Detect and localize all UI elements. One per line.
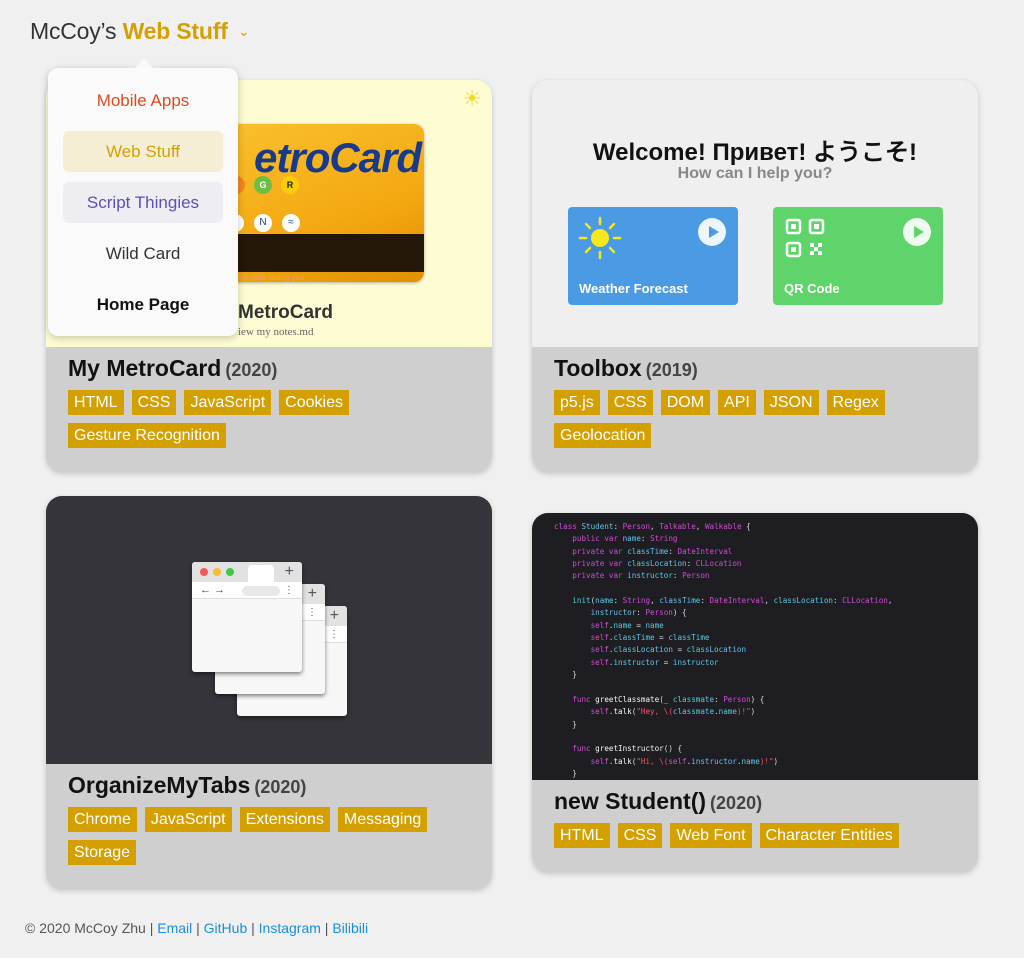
tag: Geolocation bbox=[554, 423, 652, 448]
tag: Gesture Recognition bbox=[68, 423, 226, 448]
nj-transit-icon: N bbox=[254, 214, 272, 232]
sun-icon bbox=[578, 216, 622, 260]
tile-label: QR Code bbox=[784, 281, 840, 296]
metrocard-subcaption: iew my notes.md bbox=[238, 326, 314, 338]
weather-forecast-tile: Weather Forecast bbox=[568, 207, 738, 305]
project-year: (2020) bbox=[254, 777, 307, 797]
tag: DOM bbox=[660, 390, 711, 415]
tag: JSON bbox=[763, 390, 819, 415]
menu-item-wild-card[interactable]: Wild Card bbox=[63, 233, 223, 274]
project-info: My MetroCard (2020) HTML CSS JavaScript C… bbox=[46, 347, 492, 472]
section-dropdown-menu: Mobile Apps Web Stuff Script Thingies Wi… bbox=[48, 59, 238, 336]
tag: Messaging bbox=[337, 807, 428, 832]
project-year: (2019) bbox=[645, 360, 698, 380]
line-r-icon: R bbox=[281, 176, 299, 194]
tag-list: HTML CSS Web Font Character Entities bbox=[554, 823, 956, 856]
project-year: (2020) bbox=[225, 360, 278, 380]
code-preview: class Student: Person, Talkable, Walkabl… bbox=[532, 513, 978, 780]
tag-list: HTML CSS JavaScript Cookies Gesture Reco… bbox=[68, 390, 470, 456]
tag: JavaScript bbox=[144, 807, 232, 832]
menu-item-mobile-apps[interactable]: Mobile Apps bbox=[63, 80, 223, 121]
email-link[interactable]: Email bbox=[157, 920, 192, 936]
site-owner: McCoy’s bbox=[30, 18, 117, 44]
qr-code-tile: QR Code bbox=[773, 207, 943, 305]
tag: Regex bbox=[826, 390, 885, 415]
ferry-icon: ≈ bbox=[282, 214, 300, 232]
project-card-toolbox[interactable]: Welcome! Привет! ようこそ! How can I help yo… bbox=[532, 80, 978, 472]
tag: HTML bbox=[68, 390, 124, 415]
current-section[interactable]: Web Stuff bbox=[123, 18, 228, 44]
tag: CSS bbox=[617, 823, 663, 848]
toolbox-subheading: How can I help you? bbox=[677, 165, 833, 182]
project-info: Toolbox (2019) p5.js CSS DOM API JSON Reg… bbox=[532, 347, 978, 472]
toolbox-heading: Welcome! Привет! ようこそ! bbox=[592, 139, 918, 166]
menu-item-home-page[interactable]: Home Page bbox=[63, 284, 223, 325]
project-title[interactable]: Toolbox bbox=[554, 355, 642, 381]
tag: CSS bbox=[607, 390, 653, 415]
tag: JavaScript bbox=[184, 390, 272, 415]
project-year: (2020) bbox=[710, 793, 763, 813]
tag: Web Font bbox=[670, 823, 752, 848]
copyright: © 2020 McCoy Zhu bbox=[25, 920, 146, 936]
project-info: new Student() (2020) HTML CSS Web Font Ch… bbox=[532, 780, 978, 872]
tag: Storage bbox=[68, 840, 137, 865]
tag: CSS bbox=[131, 390, 177, 415]
menu-item-web-stuff[interactable]: Web Stuff bbox=[63, 131, 223, 172]
play-icon bbox=[698, 218, 726, 246]
tag: Cookies bbox=[279, 390, 349, 415]
site-title[interactable]: McCoy’s Web Stuff ⌄ bbox=[30, 18, 250, 45]
tag: Extensions bbox=[239, 807, 330, 832]
dropdown-arrow bbox=[134, 59, 154, 69]
metrocard-logo: etroCard bbox=[254, 134, 422, 181]
menu-item-script-thingies[interactable]: Script Thingies bbox=[63, 182, 223, 223]
project-info: OrganizeMyTabs (2020) Chrome JavaScript E… bbox=[46, 764, 492, 889]
project-card-organizemytabs[interactable]: + ⋮ + ⋮ + ← → ⋮ OrganizeMyTabs (2020) Chro… bbox=[46, 496, 492, 889]
tag: Chrome bbox=[68, 807, 137, 832]
tag: HTML bbox=[554, 823, 610, 848]
sun-icon[interactable]: ☀ bbox=[462, 86, 482, 112]
line-g-icon: G bbox=[254, 176, 272, 194]
toolbox-preview: Welcome! Привет! ようこそ! How can I help yo… bbox=[532, 80, 978, 347]
browser-window-icon: + ← → ⋮ bbox=[192, 562, 302, 672]
tile-label: Weather Forecast bbox=[579, 281, 688, 296]
tag-list: Chrome JavaScript Extensions Messaging S… bbox=[68, 807, 470, 873]
project-card-new-student[interactable]: class Student: Person, Talkable, Walkabl… bbox=[532, 513, 978, 872]
play-icon bbox=[903, 218, 931, 246]
footer: © 2020 McCoy Zhu | Email | GitHub | Inst… bbox=[25, 920, 369, 936]
tag-list: p5.js CSS DOM API JSON Regex Geolocation bbox=[554, 390, 956, 456]
project-title[interactable]: new Student() bbox=[554, 788, 706, 814]
qr-code-icon bbox=[785, 218, 825, 258]
organizemytabs-preview: + ⋮ + ⋮ + ← → ⋮ bbox=[46, 496, 492, 764]
instagram-link[interactable]: Instagram bbox=[259, 920, 321, 936]
tag: Character Entities bbox=[759, 823, 899, 848]
chevron-down-icon[interactable]: ⌄ bbox=[238, 23, 250, 39]
project-title[interactable]: OrganizeMyTabs bbox=[68, 772, 250, 798]
tag: API bbox=[718, 390, 756, 415]
tag: p5.js bbox=[554, 390, 600, 415]
github-link[interactable]: GitHub bbox=[204, 920, 248, 936]
project-title[interactable]: My MetroCard bbox=[68, 355, 221, 381]
bilibili-link[interactable]: Bilibili bbox=[332, 920, 368, 936]
metrocard-caption: MetroCard bbox=[238, 302, 334, 323]
